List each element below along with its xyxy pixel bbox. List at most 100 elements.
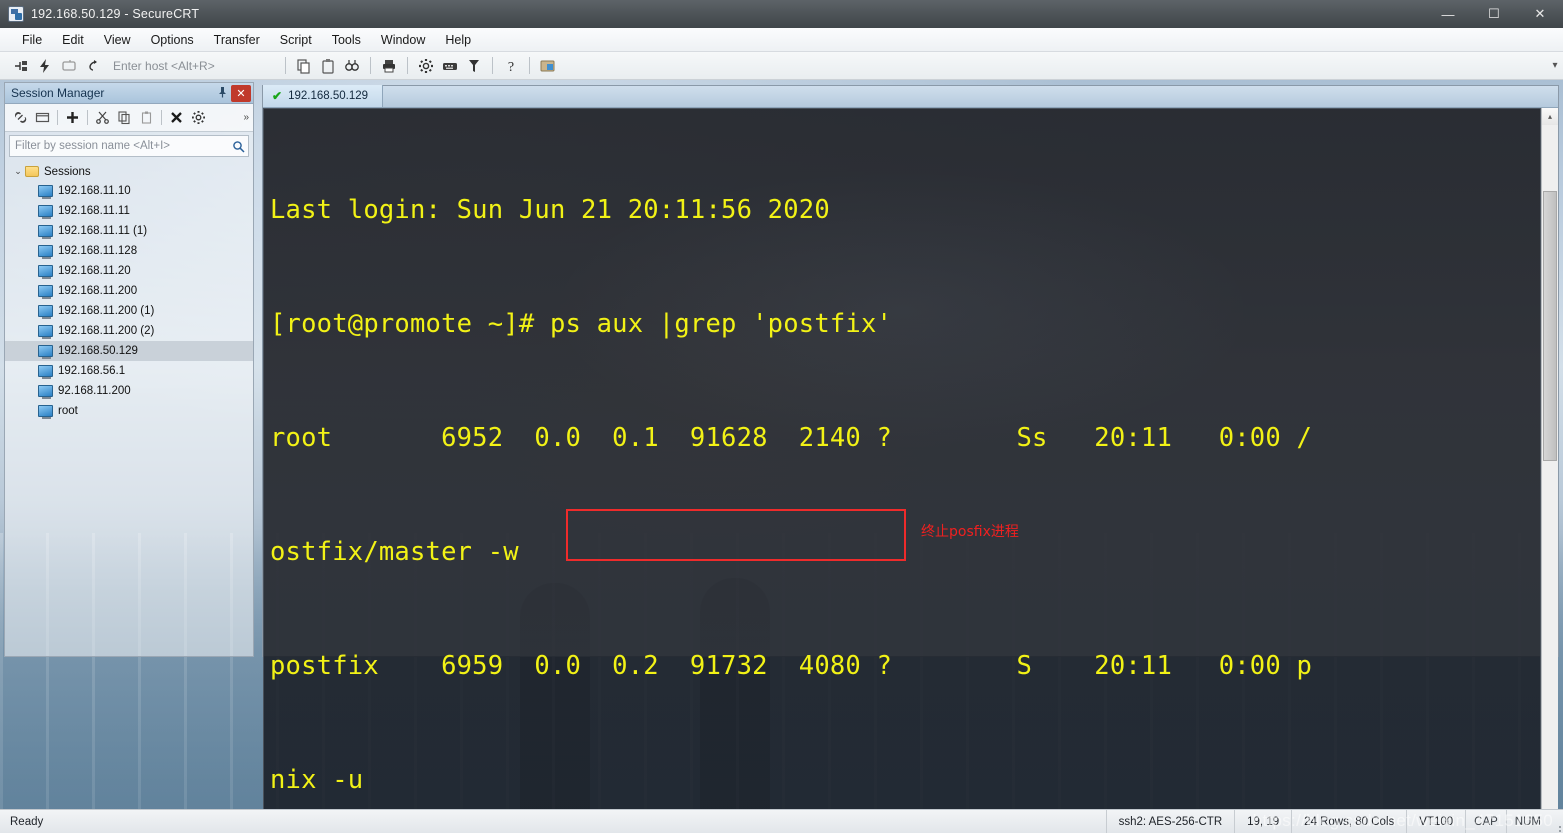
host-icon: [38, 385, 53, 399]
svg-text:?: ?: [508, 60, 514, 74]
host-entry-field[interactable]: Enter host <Alt+R>: [113, 59, 215, 73]
connect-in-tab-icon[interactable]: [58, 55, 80, 77]
menu-view[interactable]: View: [94, 30, 141, 50]
session-manager-toolbar: »: [5, 104, 253, 132]
maximize-button[interactable]: ☐: [1471, 0, 1517, 28]
filter-icon[interactable]: [463, 55, 485, 77]
copy-icon[interactable]: [114, 107, 135, 128]
resize-grip[interactable]: [1549, 810, 1563, 833]
close-button[interactable]: ✕: [1517, 0, 1563, 28]
session-item-4[interactable]: 192.168.11.20: [5, 261, 253, 281]
terminal-line: nix -u: [270, 765, 364, 795]
scroll-up-icon[interactable]: ▴: [1542, 108, 1558, 125]
connect-session-icon[interactable]: [10, 107, 31, 128]
menu-bar: File Edit View Options Transfer Script T…: [0, 28, 1563, 52]
session-item-7[interactable]: 192.168.11.200 (2): [5, 321, 253, 341]
find-icon[interactable]: [341, 55, 363, 77]
session-item-label: 192.168.11.200: [58, 285, 138, 297]
session-item-1[interactable]: 192.168.11.11: [5, 201, 253, 221]
search-icon[interactable]: [228, 140, 248, 153]
chevron-down-icon[interactable]: ⌄: [11, 166, 25, 177]
toolbar-separator-3: [161, 110, 162, 125]
menu-edit[interactable]: Edit: [52, 30, 94, 50]
tree-root-label: Sessions: [44, 165, 91, 178]
session-item-label: 192.168.11.11 (1): [58, 225, 148, 237]
session-item-label: 192.168.11.20: [58, 265, 131, 277]
session-item-9[interactable]: 192.168.56.1: [5, 361, 253, 381]
host-icon: [38, 365, 53, 379]
session-item-6[interactable]: 192.168.11.200 (1): [5, 301, 253, 321]
keymap-editor-icon[interactable]: [439, 55, 461, 77]
delete-icon[interactable]: [166, 107, 187, 128]
session-item-0[interactable]: 192.168.11.10: [5, 181, 253, 201]
tab-192-168-50-129[interactable]: ✔ 192.168.50.129: [263, 85, 384, 107]
session-item-label: 192.168.11.11: [58, 205, 130, 217]
vscroll-thumb[interactable]: [1543, 191, 1557, 461]
help-icon[interactable]: ?: [500, 55, 522, 77]
session-tree: ⌄ Sessions 192.168.11.10 192.168.11.11 1…: [5, 160, 253, 656]
host-icon: [38, 225, 53, 239]
host-icon: [38, 205, 53, 219]
session-options-icon[interactable]: [415, 55, 437, 77]
menu-transfer[interactable]: Transfer: [204, 30, 270, 50]
new-session-icon[interactable]: [62, 107, 83, 128]
menu-tools[interactable]: Tools: [322, 30, 371, 50]
menu-options[interactable]: Options: [141, 30, 204, 50]
status-emulation: VT100: [1406, 809, 1465, 833]
minimize-button[interactable]: —: [1425, 0, 1471, 28]
reconnect-icon[interactable]: [82, 55, 104, 77]
terminal-line: [root@promote ~]# ps aux |grep 'postfix': [270, 309, 893, 339]
pin-icon[interactable]: [213, 86, 231, 101]
session-item-5[interactable]: 192.168.11.200: [5, 281, 253, 301]
tree-root-sessions[interactable]: ⌄ Sessions: [5, 162, 253, 181]
session-item-2[interactable]: 192.168.11.11 (1): [5, 221, 253, 241]
session-manager-icon[interactable]: [537, 55, 559, 77]
session-filter-input[interactable]: Filter by session name <Alt+I>: [9, 135, 249, 157]
paste-icon[interactable]: [136, 107, 157, 128]
session-manager-header: Session Manager ✕: [5, 83, 253, 104]
terminal-line: ostfix/master -w: [270, 537, 519, 567]
toolbar-separator: [57, 110, 58, 125]
paste-icon[interactable]: [317, 55, 339, 77]
status-bar: Ready ssh2: AES-256-CTR 19, 19 24 Rows, …: [0, 809, 1563, 833]
status-cipher: ssh2: AES-256-CTR: [1105, 809, 1235, 833]
session-item-8-selected[interactable]: 192.168.50.129: [5, 341, 253, 361]
session-item-3[interactable]: 192.168.11.128: [5, 241, 253, 261]
status-caps-lock: CAP: [1465, 809, 1506, 833]
host-icon: [38, 185, 53, 199]
session-item-label: 192.168.11.200 (2): [58, 325, 155, 337]
menu-help[interactable]: Help: [435, 30, 481, 50]
new-window-icon[interactable]: [32, 107, 53, 128]
quick-connect-icon[interactable]: [34, 55, 56, 77]
session-filter-placeholder: Filter by session name <Alt+I>: [15, 140, 171, 152]
vscroll-track[interactable]: [1542, 125, 1558, 833]
session-item-label: 192.168.11.10: [58, 185, 131, 197]
session-item-label: 192.168.50.129: [58, 345, 138, 357]
connect-icon[interactable]: [10, 55, 32, 77]
terminal-panel: ✔ 192.168.50.129 Last login: Sun Jun 21 …: [262, 85, 1559, 833]
print-icon[interactable]: [378, 55, 400, 77]
host-icon: [38, 405, 53, 419]
tab-label: 192.168.50.129: [288, 90, 369, 102]
status-screen-size: 24 Rows, 80 Cols: [1291, 809, 1406, 833]
session-item-11[interactable]: root: [5, 401, 253, 421]
host-icon: [38, 325, 53, 339]
terminal-vertical-scrollbar[interactable]: ▴ ▾: [1541, 108, 1558, 833]
properties-icon[interactable]: [188, 107, 209, 128]
close-icon[interactable]: ✕: [231, 84, 251, 102]
session-manager-title: Session Manager: [11, 86, 105, 100]
session-item-label: 192.168.56.1: [58, 365, 126, 377]
copy-icon[interactable]: [293, 55, 315, 77]
session-item-10[interactable]: 92.168.11.200: [5, 381, 253, 401]
cut-icon[interactable]: [92, 107, 113, 128]
overflow-chevron-icon[interactable]: »: [243, 112, 249, 123]
session-item-label: root: [58, 405, 78, 417]
menu-file[interactable]: File: [12, 30, 52, 50]
menu-script[interactable]: Script: [270, 30, 322, 50]
terminal-output: Last login: Sun Jun 21 20:11:56 2020 [ro…: [264, 109, 1540, 833]
chevron-down-icon[interactable]: ▾: [1547, 52, 1563, 80]
menu-window[interactable]: Window: [371, 30, 435, 50]
terminal-screen[interactable]: Last login: Sun Jun 21 20:11:56 2020 [ro…: [263, 108, 1541, 833]
host-icon: [38, 265, 53, 279]
securecrt-icon: [8, 6, 24, 22]
